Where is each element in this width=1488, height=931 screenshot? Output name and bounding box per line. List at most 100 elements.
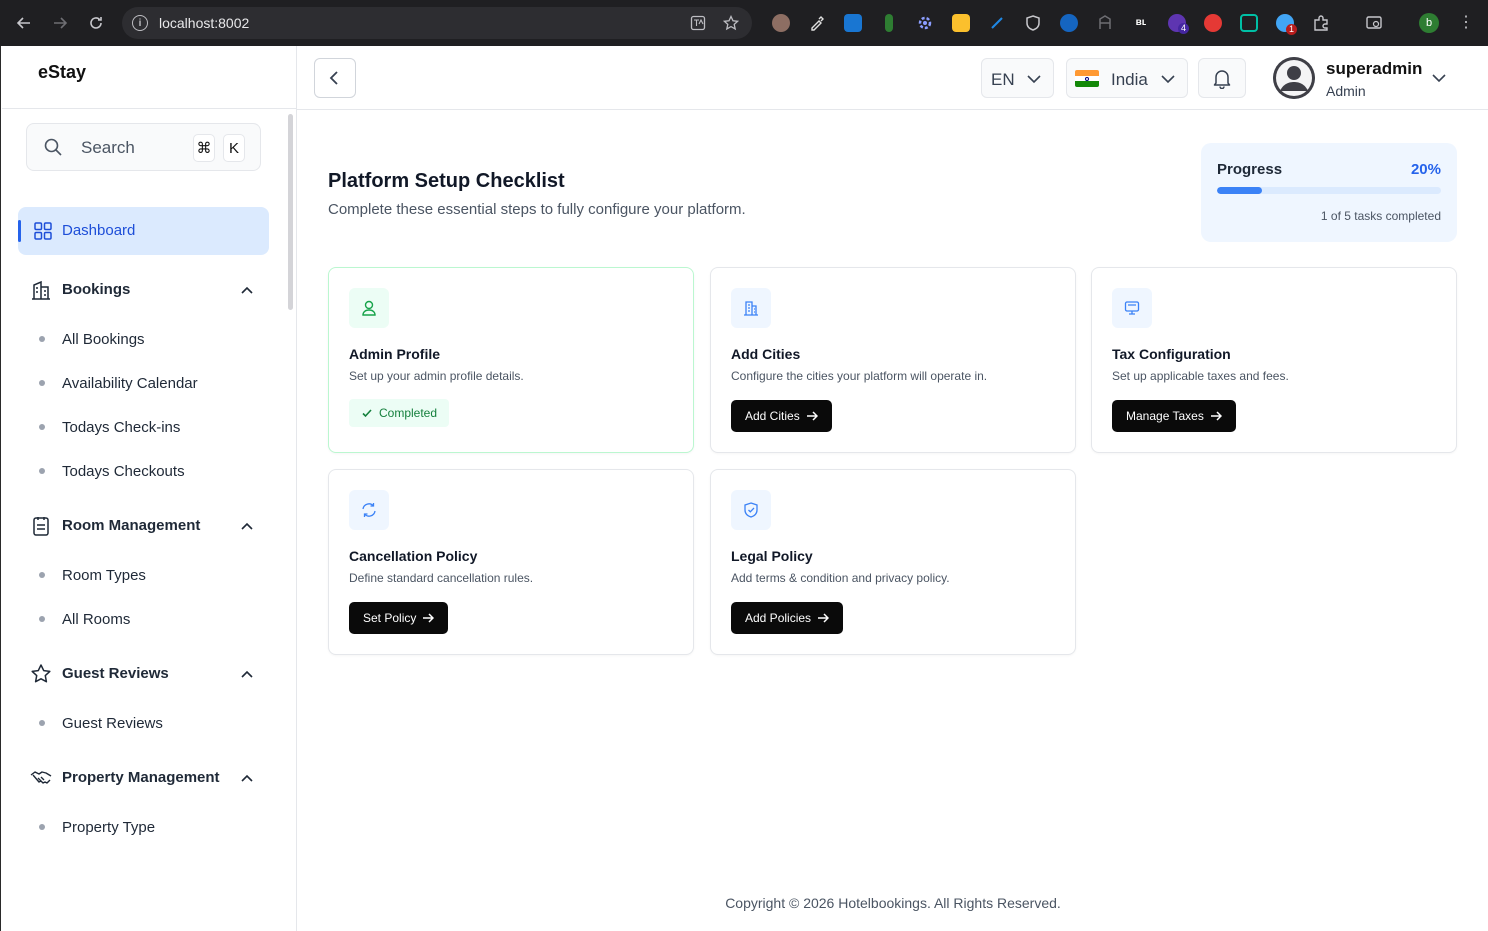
sidebar-item-todays-check-ins[interactable]: Todays Check-ins bbox=[2, 411, 296, 441]
address-bar[interactable]: i localhost:8002 bbox=[122, 7, 752, 39]
search-icon bbox=[44, 138, 62, 156]
card-description: Set up your admin profile details. bbox=[349, 369, 524, 383]
bullet bbox=[39, 572, 45, 578]
chevron-left-icon bbox=[329, 71, 338, 85]
sidebar-group-bookings[interactable]: Bookings bbox=[2, 270, 296, 310]
arrow-right-icon bbox=[818, 613, 830, 623]
set-policy-button[interactable]: Set Policy bbox=[349, 602, 449, 634]
arrow-right-icon bbox=[806, 411, 818, 421]
sidebar-group-room-management[interactable]: Room Management bbox=[2, 506, 296, 546]
sidebar-item-room-types[interactable]: Room Types bbox=[2, 559, 296, 589]
monitor-icon bbox=[1112, 288, 1152, 328]
reading-mode-icon[interactable] bbox=[1365, 14, 1383, 32]
progress-card: Progress 20% 1 of 5 tasks completed bbox=[1201, 143, 1457, 242]
add-cities-button[interactable]: Add Cities bbox=[731, 400, 832, 432]
site-info-icon[interactable]: i bbox=[132, 15, 148, 31]
badge-label: Completed bbox=[379, 406, 438, 420]
back-button[interactable] bbox=[314, 58, 356, 98]
bullet bbox=[39, 336, 45, 342]
bookmark-star-icon[interactable] bbox=[722, 14, 740, 32]
extension-icon[interactable] bbox=[844, 14, 862, 32]
browser-back-icon[interactable] bbox=[13, 12, 35, 34]
chevron-up-icon bbox=[241, 286, 253, 294]
sidebar-group-label: Bookings bbox=[62, 281, 131, 298]
brand-logo[interactable]: eStay bbox=[38, 62, 86, 83]
bell-icon bbox=[1213, 70, 1231, 89]
eyedropper-extension-icon[interactable] bbox=[808, 14, 826, 32]
browser-forward-icon[interactable] bbox=[49, 12, 71, 34]
star-icon bbox=[31, 664, 51, 683]
sidebar-item-dashboard[interactable]: Dashboard bbox=[18, 207, 269, 255]
add-policies-button[interactable]: Add Policies bbox=[731, 602, 844, 634]
browser-profile-avatar[interactable]: b bbox=[1419, 13, 1439, 33]
shortcut-key-k: K bbox=[223, 134, 245, 162]
sidebar-item-availability-calendar[interactable]: Availability Calendar bbox=[2, 367, 296, 397]
sidebar-item-label: All Bookings bbox=[62, 331, 145, 348]
card-title: Legal Policy bbox=[731, 548, 813, 564]
extension-icon[interactable] bbox=[1060, 14, 1078, 32]
sidebar-item-property-type[interactable]: Property Type bbox=[2, 811, 296, 841]
sidebar-group-guest-reviews[interactable]: Guest Reviews bbox=[2, 654, 296, 694]
sidebar-item-all-rooms[interactable]: All Rooms bbox=[2, 603, 296, 633]
url-text[interactable]: localhost:8002 bbox=[159, 15, 249, 31]
card-description: Configure the cities your platform will … bbox=[731, 369, 988, 383]
app-window: eStay Search ⌘ K Dashboard Bookings All … bbox=[0, 46, 1488, 931]
gear-extension-icon[interactable] bbox=[916, 14, 934, 32]
browser-reload-icon[interactable] bbox=[85, 12, 107, 34]
browser-toolbar: i localhost:8002 ʙʟ 4 1 b ⋮ bbox=[0, 0, 1488, 46]
extension-icon[interactable] bbox=[1096, 14, 1114, 32]
extension-icon[interactable]: ʙʟ bbox=[1132, 14, 1150, 32]
extension-badge: 1 bbox=[1286, 24, 1298, 35]
extension-icon[interactable] bbox=[952, 14, 970, 32]
manage-taxes-button[interactable]: Manage Taxes bbox=[1112, 400, 1236, 432]
card-description: Set up applicable taxes and fees. bbox=[1112, 369, 1289, 383]
divider bbox=[2, 108, 296, 109]
bullet bbox=[39, 380, 45, 386]
button-label: Manage Taxes bbox=[1126, 409, 1204, 423]
button-label: Add Policies bbox=[745, 611, 812, 625]
browser-menu-icon[interactable]: ⋮ bbox=[1458, 12, 1474, 32]
sidebar-group-property-management[interactable]: Property Management bbox=[2, 758, 296, 798]
user-avatar-icon bbox=[1273, 57, 1315, 99]
button-label: Add Cities bbox=[745, 409, 800, 423]
language-select[interactable]: EN bbox=[981, 58, 1054, 98]
country-select[interactable]: India bbox=[1066, 58, 1188, 98]
sidebar-item-guest-reviews[interactable]: Guest Reviews bbox=[2, 707, 296, 737]
sidebar-item-label: Dashboard bbox=[62, 222, 136, 239]
notifications-button[interactable] bbox=[1198, 58, 1246, 98]
chevron-down-icon[interactable] bbox=[1431, 70, 1447, 86]
extensions-puzzle-icon[interactable] bbox=[1312, 14, 1330, 32]
refresh-icon bbox=[349, 490, 389, 530]
shield-extension-icon[interactable] bbox=[1024, 14, 1042, 32]
card-description: Add terms & condition and privacy policy… bbox=[731, 571, 950, 585]
extension-icon[interactable] bbox=[988, 14, 1006, 32]
active-indicator bbox=[18, 220, 21, 242]
page-subtitle: Complete these essential steps to fully … bbox=[328, 201, 746, 218]
user-name[interactable]: superadmin bbox=[1326, 59, 1422, 79]
sidebar-search[interactable]: Search ⌘ K bbox=[26, 123, 261, 171]
page-title: Platform Setup Checklist bbox=[328, 170, 565, 192]
shield-check-icon bbox=[731, 490, 771, 530]
extension-badge: 4 bbox=[1178, 23, 1190, 34]
extension-icon[interactable] bbox=[885, 14, 893, 32]
language-value: EN bbox=[991, 70, 1015, 89]
chevron-up-icon bbox=[241, 670, 253, 678]
search-placeholder: Search bbox=[81, 138, 135, 157]
avatar[interactable] bbox=[1273, 57, 1315, 99]
sidebar-item-all-bookings[interactable]: All Bookings bbox=[2, 323, 296, 353]
completed-badge: Completed bbox=[349, 399, 450, 427]
extension-icon[interactable] bbox=[1204, 14, 1222, 32]
extension-icon[interactable] bbox=[772, 14, 790, 32]
sidebar: eStay Search ⌘ K Dashboard Bookings All … bbox=[2, 46, 297, 931]
top-header: EN India superadmin Admin bbox=[297, 46, 1488, 110]
sidebar-group-label: Guest Reviews bbox=[62, 665, 169, 682]
sidebar-item-label: Availability Calendar bbox=[62, 375, 198, 392]
sidebar-item-todays-checkouts[interactable]: Todays Checkouts bbox=[2, 455, 296, 485]
building-icon bbox=[731, 288, 771, 328]
extension-icon[interactable] bbox=[1240, 14, 1258, 32]
translate-icon[interactable] bbox=[689, 14, 707, 32]
arrow-right-icon bbox=[423, 613, 435, 623]
user-role: Admin bbox=[1326, 83, 1366, 99]
sidebar-item-label: Todays Check-ins bbox=[62, 419, 181, 436]
checklist-card-add-cities: Add Cities Configure the cities your pla… bbox=[710, 267, 1076, 453]
